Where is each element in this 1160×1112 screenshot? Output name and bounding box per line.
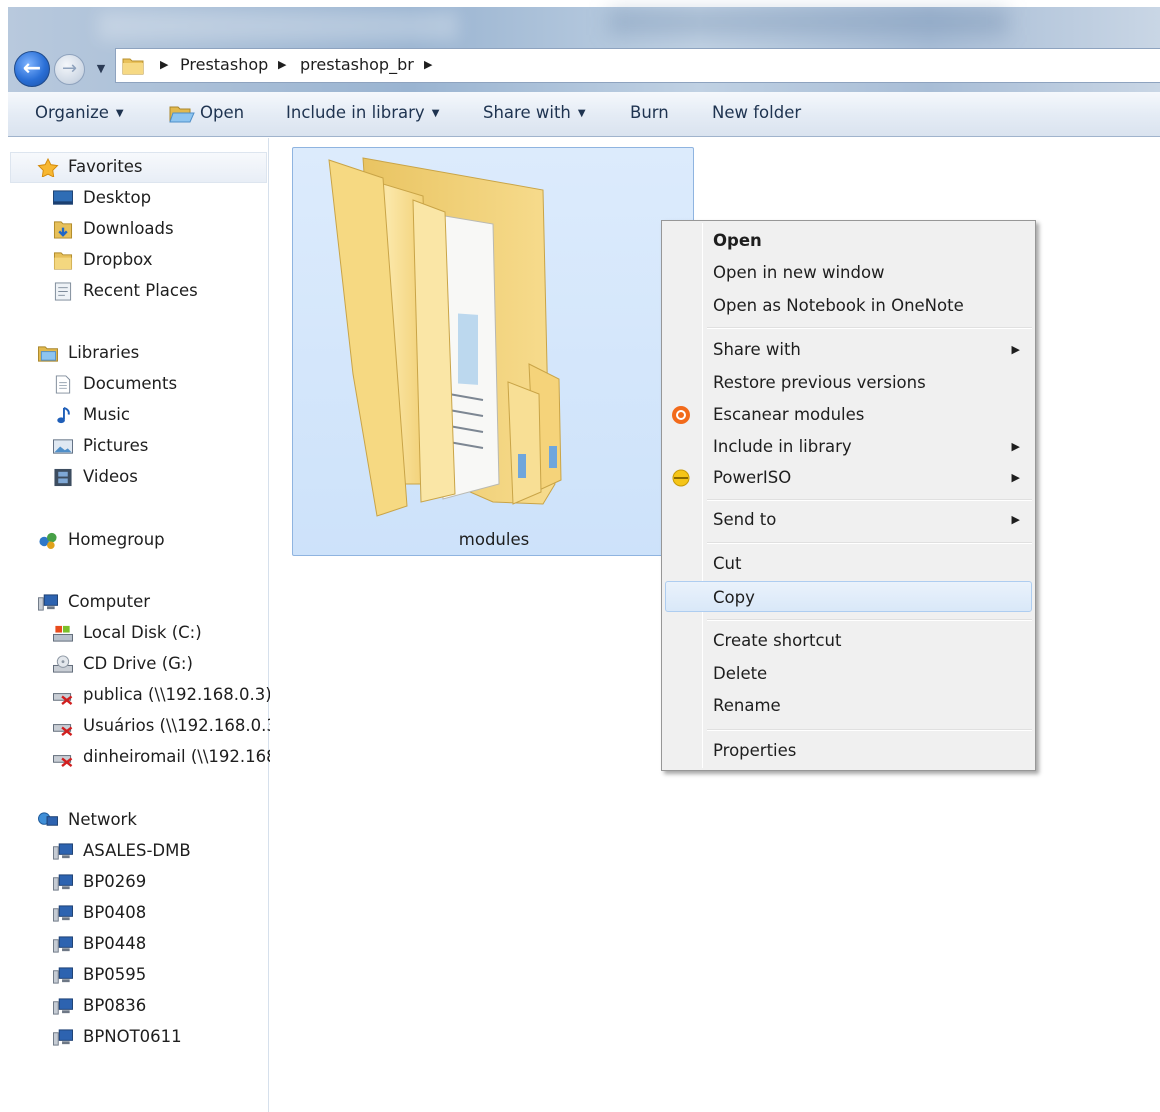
menu-item-open-as-notebook[interactable]: Open as Notebook in OneNote xyxy=(665,290,1032,321)
submenu-arrow-icon: ▶ xyxy=(1011,343,1020,356)
libraries-icon xyxy=(38,346,58,362)
computer-icon xyxy=(53,967,73,984)
computer-icon xyxy=(53,874,73,891)
poweriso-icon xyxy=(672,469,690,487)
menu-item-copy[interactable]: Copy xyxy=(665,581,1032,612)
avast-icon xyxy=(672,406,690,424)
disconnected-drive-icon xyxy=(53,755,73,767)
menu-item-rename[interactable]: Rename xyxy=(665,690,1032,721)
folder-name-label: modules xyxy=(458,530,530,549)
share-with-button[interactable]: Share with ▼ xyxy=(483,92,586,136)
chevron-down-icon: ▼ xyxy=(577,108,586,119)
network-icon xyxy=(38,812,58,826)
forward-button[interactable]: → xyxy=(54,54,85,85)
address-bar[interactable]: ▶ Prestashop ▶ prestashop_br ▶ xyxy=(115,48,1160,83)
submenu-arrow-icon: ▶ xyxy=(1011,440,1020,453)
computer-icon xyxy=(53,1029,73,1046)
disconnected-drive-icon xyxy=(53,724,73,736)
menu-item-properties[interactable]: Properties xyxy=(665,735,1032,766)
computer-icon xyxy=(38,594,58,611)
menu-item-open-in-new-window[interactable]: Open in new window xyxy=(665,257,1032,288)
organize-button[interactable]: Organize ▼ xyxy=(35,92,124,136)
documents-icon xyxy=(55,375,71,394)
open-folder-icon xyxy=(169,106,195,123)
disconnected-drive-icon xyxy=(53,693,73,705)
burn-button[interactable]: Burn xyxy=(630,92,669,136)
chevron-down-icon: ▼ xyxy=(431,108,440,119)
music-note-icon xyxy=(57,406,70,424)
film-icon xyxy=(54,468,72,487)
menu-item-send-to[interactable]: Send to ▶ xyxy=(665,504,1032,535)
breadcrumb-chevron-icon[interactable]: ▶ xyxy=(278,49,286,82)
menu-item-include-in-library[interactable]: Include in library ▶ xyxy=(665,431,1032,462)
open-button[interactable]: Open xyxy=(169,92,244,136)
pictures-icon xyxy=(53,439,73,454)
large-folder-icon xyxy=(328,157,562,517)
recent-pages-dropdown[interactable]: ▼ xyxy=(90,57,112,81)
star-icon xyxy=(37,158,59,177)
title-bar: ← → ▼ ▶ Prestashop ▶ prestashop_br ▶ xyxy=(8,7,1160,92)
menu-item-delete[interactable]: Delete xyxy=(665,658,1032,689)
navigation-pane: Favorites Desktop Downloads Dropbox Rece… xyxy=(8,138,283,1112)
cd-drive-icon xyxy=(53,655,73,673)
folder-icon xyxy=(53,252,73,270)
breadcrumb-chevron-icon[interactable]: ▶ xyxy=(424,49,432,82)
menu-item-share-with[interactable]: Share with ▶ xyxy=(665,334,1032,365)
folder-icon xyxy=(122,58,144,75)
folder-item-modules[interactable]: modules xyxy=(292,147,694,556)
menu-item-restore-previous-versions[interactable]: Restore previous versions xyxy=(665,367,1032,398)
new-folder-button[interactable]: New folder xyxy=(712,92,801,136)
chevron-down-icon: ▼ xyxy=(115,108,124,119)
context-menu: Open Open in new window Open as Notebook… xyxy=(661,220,1036,771)
recent-places-icon xyxy=(54,282,72,301)
computer-icon xyxy=(53,905,73,922)
menu-item-escanear-modules[interactable]: Escanear modules xyxy=(665,399,1032,430)
menu-item-poweriso[interactable]: PowerISO ▶ xyxy=(665,462,1032,493)
hard-drive-icon xyxy=(53,625,73,642)
breadcrumb-prestashop-br[interactable]: prestashop_br xyxy=(300,49,414,82)
computer-icon xyxy=(53,998,73,1015)
computer-icon xyxy=(53,936,73,953)
homegroup-icon xyxy=(39,532,57,550)
include-in-library-button[interactable]: Include in library ▼ xyxy=(286,92,439,136)
breadcrumb-prestashop[interactable]: Prestashop xyxy=(180,49,268,82)
explorer-window: ← → ▼ ▶ Prestashop ▶ prestashop_br ▶ Org… xyxy=(8,7,1160,1112)
submenu-arrow-icon: ▶ xyxy=(1011,471,1020,484)
submenu-arrow-icon: ▶ xyxy=(1011,513,1020,526)
computer-icon xyxy=(53,843,73,860)
menu-item-create-shortcut[interactable]: Create shortcut xyxy=(665,625,1032,656)
menu-item-cut[interactable]: Cut xyxy=(665,548,1032,579)
breadcrumb-chevron-icon[interactable]: ▶ xyxy=(160,49,168,82)
command-bar: Organize ▼ Open Include in library ▼ Share… xyxy=(8,92,1160,137)
back-button[interactable]: ← xyxy=(14,51,50,87)
menu-item-open[interactable]: Open xyxy=(665,225,1032,256)
downloads-folder-icon xyxy=(53,221,73,239)
desktop-icon xyxy=(53,190,73,205)
